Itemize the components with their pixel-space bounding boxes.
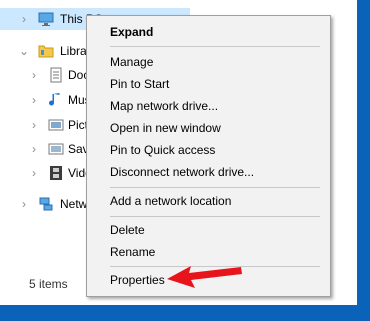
chevron-right-icon[interactable]: › — [18, 12, 30, 26]
videos-library-icon — [48, 165, 64, 181]
saved-pictures-icon — [48, 141, 64, 157]
menu-item-open-in-new-window[interactable]: Open in new window — [87, 117, 330, 139]
chevron-right-icon[interactable]: › — [28, 68, 40, 82]
menu-item-add-network-location[interactable]: Add a network location — [87, 190, 330, 212]
menu-item-delete[interactable]: Delete — [87, 219, 330, 241]
computer-icon — [38, 11, 54, 27]
music-library-icon — [48, 92, 64, 108]
status-item-count: 5 items — [29, 277, 68, 291]
context-menu: Expand Manage Pin to Start Map network d… — [86, 15, 331, 297]
annotation-arrow-icon — [167, 266, 242, 288]
menu-separator — [110, 187, 320, 188]
network-icon — [38, 196, 54, 212]
chevron-right-icon[interactable]: › — [28, 93, 40, 107]
chevron-right-icon[interactable]: › — [18, 197, 30, 211]
menu-item-pin-to-start[interactable]: Pin to Start — [87, 73, 330, 95]
menu-separator — [110, 46, 320, 47]
libraries-folder-icon — [38, 43, 54, 59]
menu-item-manage[interactable]: Manage — [87, 51, 330, 73]
chevron-right-icon[interactable]: › — [28, 166, 40, 180]
pictures-library-icon — [48, 117, 64, 133]
menu-separator — [110, 216, 320, 217]
menu-item-disconnect-network-drive[interactable]: Disconnect network drive... — [87, 161, 330, 183]
menu-item-expand[interactable]: Expand — [87, 21, 330, 43]
chevron-right-icon[interactable]: › — [28, 142, 40, 156]
menu-item-map-network-drive[interactable]: Map network drive... — [87, 95, 330, 117]
documents-library-icon — [48, 67, 64, 83]
menu-item-pin-to-quick-access[interactable]: Pin to Quick access — [87, 139, 330, 161]
chevron-right-icon[interactable]: › — [28, 118, 40, 132]
chevron-down-icon[interactable]: ⌄ — [18, 44, 30, 58]
